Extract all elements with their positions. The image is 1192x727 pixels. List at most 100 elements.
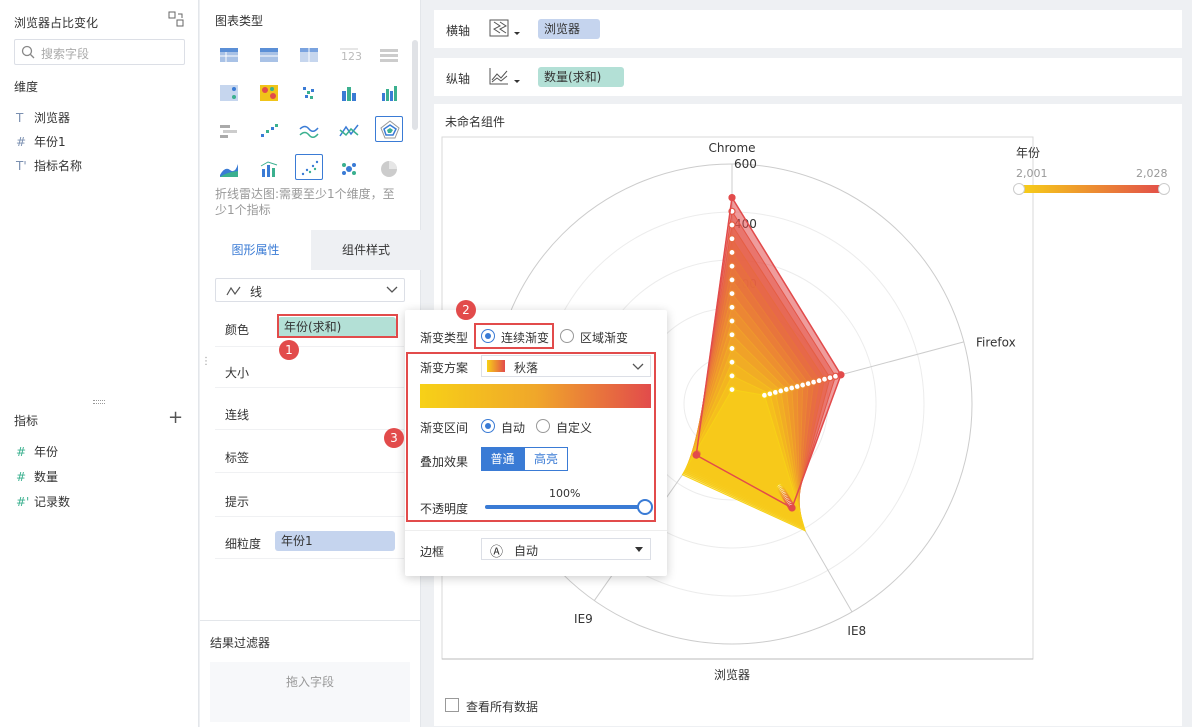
- tab-component-style[interactable]: 组件样式: [311, 230, 421, 270]
- region-gradient-radio[interactable]: [560, 329, 574, 343]
- size-property-row[interactable]: 大小: [215, 352, 404, 388]
- y-axis-bar: 纵轴 数量(求和): [434, 58, 1182, 96]
- detail-table-icon[interactable]: [295, 42, 323, 68]
- field-label: 指标名称: [34, 159, 83, 173]
- granularity-label: 细粒度: [225, 537, 262, 551]
- number-field-icon: #: [16, 470, 27, 484]
- data-point: [788, 504, 796, 512]
- dimension-item[interactable]: T' 指标名称: [16, 157, 82, 174]
- metric-item[interactable]: # 年份: [16, 443, 58, 460]
- view-all-label: 查看所有数据: [466, 700, 539, 714]
- dataset-title: 浏览器占比变化: [14, 16, 99, 30]
- border-value: 自动: [514, 544, 539, 558]
- chart-type-hint: 折线雷达图:需要至少1个维度，至少1个指标: [215, 187, 395, 217]
- tooltip-property-row[interactable]: 提示: [215, 481, 404, 517]
- field-label: 记录数: [34, 495, 71, 509]
- bubble-chart-icon[interactable]: [335, 156, 363, 182]
- dimension-item[interactable]: # 年份1: [16, 133, 66, 150]
- metrics-title: 指标: [14, 414, 39, 428]
- connect-property-row[interactable]: 连线: [215, 394, 404, 430]
- kpi-icon[interactable]: 123: [335, 42, 363, 68]
- legend-gradient-bar: [1018, 185, 1166, 193]
- chart-config-panel: 图表类型 123 折线雷达图:需要至少1个维度，至少1个指标 图形属性 组件样式…: [200, 0, 421, 727]
- legend-min: 2,001: [1016, 167, 1048, 180]
- y-axis-field-pill[interactable]: 数量(求和): [538, 67, 624, 87]
- metric-item[interactable]: #' 记录数: [16, 493, 70, 510]
- scatter-chart-icon[interactable]: [295, 154, 323, 180]
- field-label: 年份: [34, 445, 59, 459]
- heatmap-icon[interactable]: [255, 80, 283, 106]
- number-field-icon: #': [16, 495, 30, 509]
- chart-types-title: 图表类型: [215, 14, 264, 28]
- x-axis-field-pill[interactable]: 浏览器: [538, 19, 600, 39]
- step-badge-2: 2: [456, 300, 476, 320]
- y-axis-type-icon[interactable]: [488, 66, 524, 88]
- category-label: IE8: [847, 624, 866, 638]
- field-label: 数量: [34, 470, 59, 484]
- tag-label: 标签: [225, 451, 250, 465]
- x-axis-label: 横轴: [446, 24, 471, 38]
- data-point: [728, 194, 736, 202]
- switch-dataset-icon[interactable]: [168, 11, 184, 27]
- size-label: 大小: [225, 366, 250, 380]
- line-radar-icon[interactable]: [375, 116, 403, 142]
- area-chart-icon[interactable]: [215, 156, 243, 182]
- gradient-type-label: 渐变类型: [420, 331, 469, 345]
- x-axis-title: 浏览器: [714, 667, 750, 682]
- chevron-down-icon: [386, 286, 398, 293]
- legend-min-handle[interactable]: [1013, 183, 1025, 195]
- data-point: [728, 290, 736, 298]
- legend-max: 2,028: [1136, 167, 1168, 180]
- resize-handle[interactable]: [93, 400, 105, 404]
- data-point: [728, 262, 736, 270]
- table-chart-icon[interactable]: [215, 42, 243, 68]
- grouped-table-icon[interactable]: [215, 80, 243, 106]
- connect-label: 连线: [225, 408, 250, 422]
- data-point: [837, 371, 845, 379]
- chart-types-scrollbar[interactable]: [412, 40, 418, 130]
- dimension-item[interactable]: T 浏览器: [16, 109, 70, 126]
- grouped-column-icon[interactable]: [375, 80, 403, 106]
- data-point: [728, 344, 736, 353]
- label-property-row[interactable]: 标签: [215, 437, 404, 473]
- multi-line-icon[interactable]: [335, 118, 363, 144]
- auto-border-icon: Ⓐ: [490, 545, 504, 560]
- view-all-checkbox[interactable]: [445, 698, 459, 712]
- line-chart-icon[interactable]: [295, 118, 323, 144]
- data-point: [728, 248, 736, 257]
- filter-drop-zone[interactable]: 拖入字段: [210, 662, 410, 722]
- bar-range-icon[interactable]: [215, 118, 243, 144]
- pie-chart-icon[interactable]: [375, 156, 403, 182]
- search-field[interactable]: 搜索字段: [14, 39, 185, 65]
- search-placeholder: 搜索字段: [41, 47, 90, 61]
- column-chart-icon[interactable]: [335, 80, 363, 106]
- step-chart-icon[interactable]: [255, 118, 283, 144]
- add-icon[interactable]: +: [168, 409, 183, 427]
- mark-type-select[interactable]: 线: [215, 278, 405, 302]
- highlight-box-3: [406, 352, 656, 522]
- text-field-icon: T': [16, 159, 27, 173]
- data-point: [728, 221, 736, 229]
- mark-type-value: 线: [250, 285, 263, 299]
- tab-graph-properties[interactable]: 图形属性: [200, 230, 311, 270]
- highlight-box-2: [474, 323, 554, 349]
- legend-max-handle[interactable]: [1158, 183, 1170, 195]
- panel-resize-handle[interactable]: ⋮: [201, 357, 211, 367]
- region-gradient-label: 区域渐变: [580, 331, 629, 345]
- border-select[interactable]: Ⓐ 自动: [481, 538, 651, 560]
- y-axis-label: 纵轴: [446, 72, 471, 86]
- cross-table-icon[interactable]: [255, 42, 283, 68]
- combo-chart-icon[interactable]: [255, 156, 283, 182]
- data-point: [728, 331, 736, 339]
- data-point: [728, 303, 736, 311]
- list-icon[interactable]: [375, 42, 403, 68]
- field-label: 浏览器: [34, 111, 71, 125]
- result-filter-title: 结果过滤器: [210, 636, 271, 650]
- metric-item[interactable]: # 数量: [16, 468, 58, 485]
- scatter-bar-icon[interactable]: [295, 80, 323, 106]
- step-badge-1: 1: [279, 340, 299, 360]
- granularity-field-pill[interactable]: 年份1: [275, 531, 395, 551]
- radial-tick-label: 600: [734, 157, 757, 171]
- granularity-property-row[interactable]: 细粒度 年份1: [215, 523, 404, 559]
- x-axis-type-icon[interactable]: [488, 18, 524, 40]
